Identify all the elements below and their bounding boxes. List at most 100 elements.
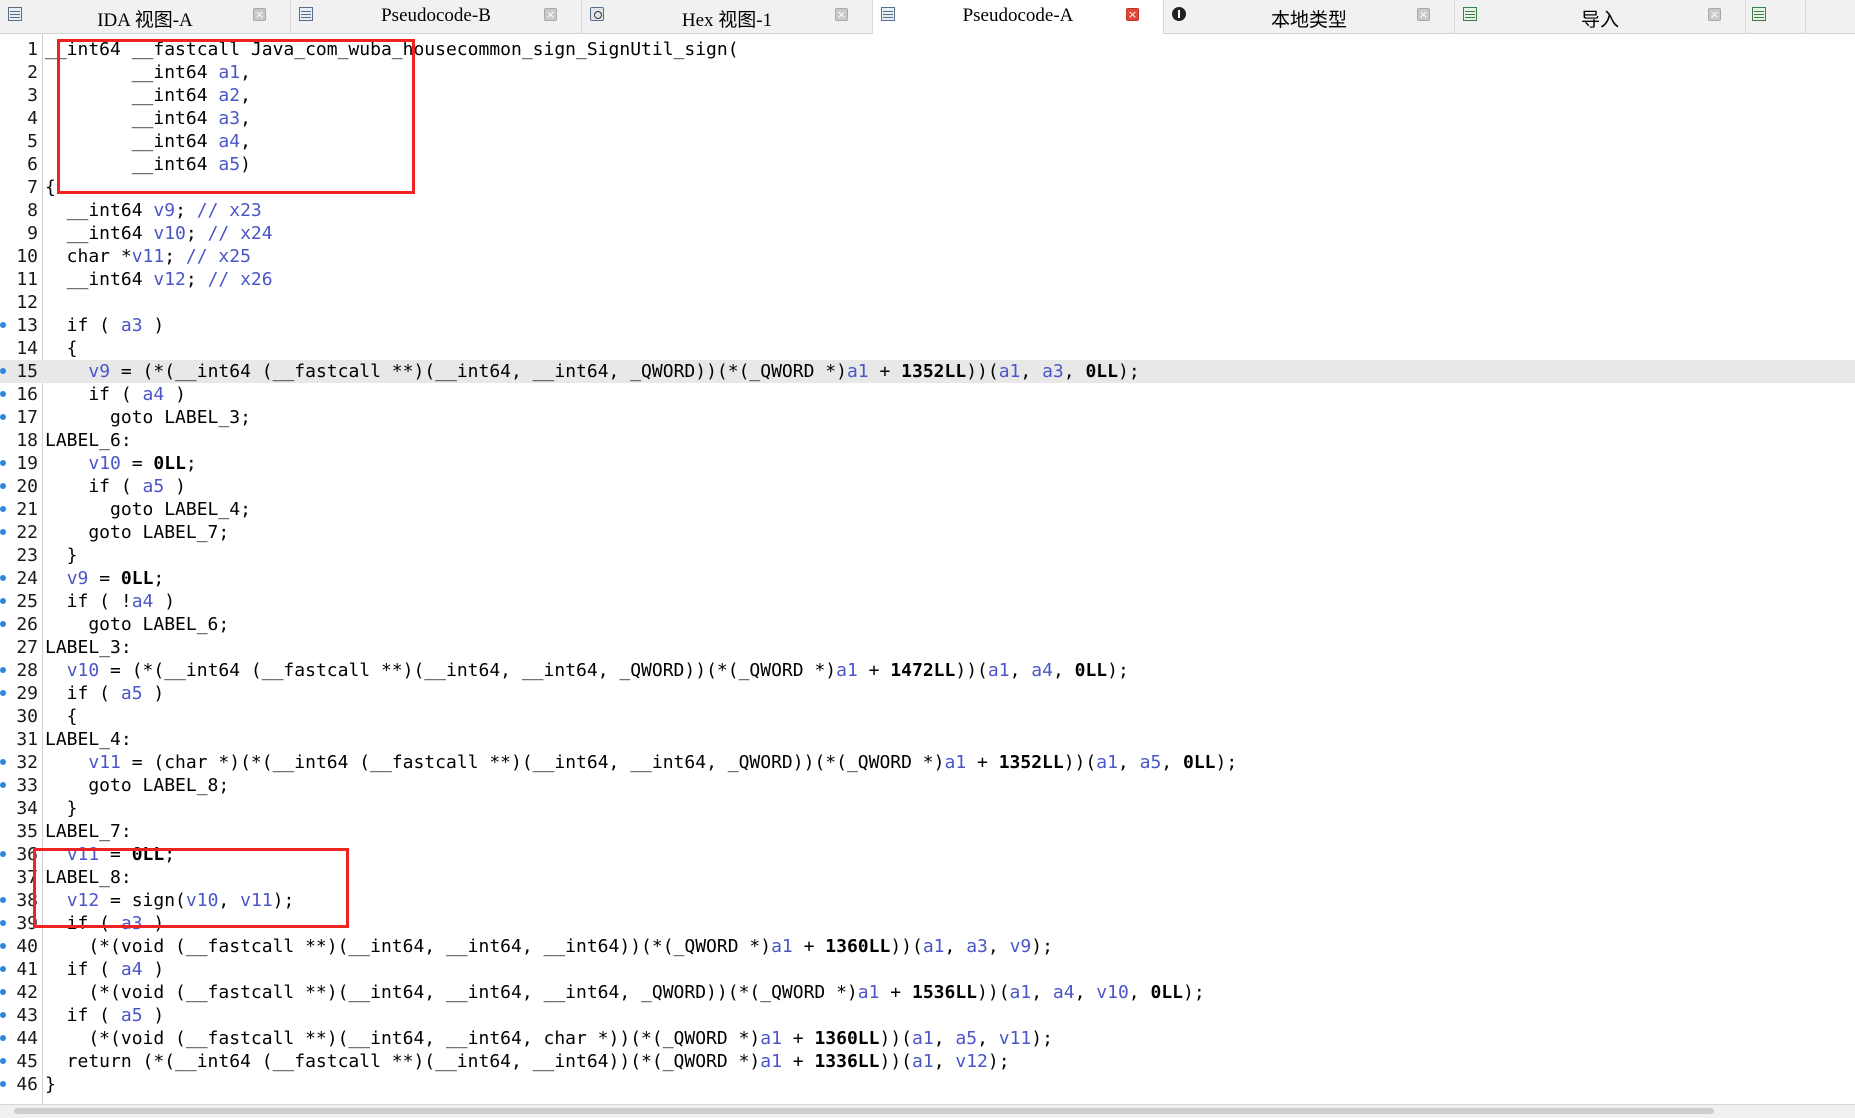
line-number: 2	[27, 62, 38, 83]
code-line[interactable]: 29 if ( a5 )	[0, 682, 1855, 705]
code-line[interactable]: 10 char *v11; // x25	[0, 245, 1855, 268]
tab-3[interactable]: Pseudocode-A ×	[873, 0, 1164, 34]
code-line[interactable]: 35 LABEL_7:	[0, 820, 1855, 843]
tab-label: Hex 视图-1	[681, 10, 773, 31]
code-line[interactable]: 23 }	[0, 544, 1855, 567]
tab-label: 本地类型	[1270, 10, 1347, 31]
line-number: 18	[16, 430, 38, 451]
code-text: (*(void (__fastcall **)(__int64, __int64…	[45, 1028, 1053, 1049]
code-line[interactable]: 44 (*(void (__fastcall **)(__int64, __in…	[0, 1027, 1855, 1050]
code-line[interactable]: 6 __int64 a5)	[0, 153, 1855, 176]
code-line[interactable]: 19 v10 = 0LL;	[0, 452, 1855, 475]
code-line[interactable]: 22 goto LABEL_7;	[0, 521, 1855, 544]
horizontal-scrollbar[interactable]	[0, 1104, 1855, 1118]
line-number: 13	[16, 315, 38, 336]
tab-overflow[interactable]	[1746, 0, 1806, 33]
code-text: goto LABEL_4;	[45, 499, 251, 520]
code-line[interactable]: 18 LABEL_6:	[0, 429, 1855, 452]
close-icon[interactable]: ×	[1126, 8, 1139, 21]
close-icon[interactable]: ×	[253, 8, 266, 21]
line-number: 14	[16, 338, 38, 359]
tab-4[interactable]: 本地类型 ×	[1164, 0, 1455, 33]
code-line[interactable]: 37 LABEL_8:	[0, 866, 1855, 889]
code-text: v10 = 0LL;	[88, 453, 197, 474]
code-line[interactable]: 31 LABEL_4:	[0, 728, 1855, 751]
code-line[interactable]: 42 (*(void (__fastcall **)(__int64, __in…	[0, 981, 1855, 1004]
code-line[interactable]: 38 v12 = sign(v10, v11);	[0, 889, 1855, 912]
code-text: }	[45, 545, 78, 566]
code-line[interactable]: 20 if ( a5 )	[0, 475, 1855, 498]
tab-5[interactable]: 导入 ×	[1455, 0, 1746, 33]
code-text: LABEL_6:	[45, 430, 132, 451]
code-line[interactable]: 7{	[0, 176, 1855, 199]
code-line[interactable]: 36 v11 = 0LL;	[0, 843, 1855, 866]
code-line[interactable]: 4 __int64 a3,	[0, 107, 1855, 130]
close-icon[interactable]: ×	[544, 8, 557, 21]
code-text: __int64 v9; // x23	[45, 200, 262, 221]
code-line[interactable]: 5 __int64 a4,	[0, 130, 1855, 153]
tab-1[interactable]: Pseudocode-B ×	[291, 0, 582, 33]
tab-label: 导入	[1580, 10, 1619, 31]
code-line[interactable]: 14 {	[0, 337, 1855, 360]
code-line[interactable]: 2 __int64 a1,	[0, 61, 1855, 84]
code-text: __int64 __fastcall Java_com_wuba_houseco…	[45, 39, 739, 60]
code-line[interactable]: 11 __int64 v12; // x26	[0, 268, 1855, 291]
code-line[interactable]: 39 if ( a3 )	[0, 912, 1855, 935]
line-number: 26	[16, 614, 38, 635]
code-line[interactable]: 16 if ( a4 )	[0, 383, 1855, 406]
code-line[interactable]: 46}	[0, 1073, 1855, 1096]
code-line[interactable]: 28 v10 = (*(__int64 (__fastcall **)(__in…	[0, 659, 1855, 682]
line-number: 12	[16, 292, 38, 313]
code-line[interactable]: 1 __int64 __fastcall Java_com_wuba_housec…	[0, 38, 1855, 61]
code-text: LABEL_8:	[45, 867, 132, 888]
code-text: (*(void (__fastcall **)(__int64, __int64…	[45, 936, 1053, 957]
code-text: }	[45, 1074, 56, 1095]
code-line[interactable]: 25 if ( !a4 )	[0, 590, 1855, 613]
code-line[interactable]: 21 goto LABEL_4;	[0, 498, 1855, 521]
code-line[interactable]: 34 }	[0, 797, 1855, 820]
line-number: 24	[16, 568, 38, 589]
line-number: 42	[16, 982, 38, 1003]
line-number: 34	[16, 798, 38, 819]
line-number: 37	[16, 867, 38, 888]
code-line[interactable]: 12	[0, 291, 1855, 314]
close-icon[interactable]: ×	[1417, 8, 1430, 21]
close-icon[interactable]: ×	[835, 8, 848, 21]
line-number: 7	[27, 177, 38, 198]
code-text: if ( a3 )	[45, 315, 165, 336]
code-text: if ( a5 )	[45, 683, 165, 704]
code-text: goto LABEL_8;	[45, 775, 230, 796]
code-line[interactable]: 33 goto LABEL_8;	[0, 774, 1855, 797]
tab-2[interactable]: Hex 视图-1 ×	[582, 0, 873, 33]
code-text: char *v11; // x25	[45, 246, 251, 267]
line-number: 10	[16, 246, 38, 267]
code-text: (*(void (__fastcall **)(__int64, __int64…	[45, 982, 1205, 1003]
code-line[interactable]: 27 LABEL_3:	[0, 636, 1855, 659]
code-line[interactable]: 40 (*(void (__fastcall **)(__int64, __in…	[0, 935, 1855, 958]
exports-icon	[1752, 7, 1766, 21]
code-line[interactable]: 41 if ( a4 )	[0, 958, 1855, 981]
code-line[interactable]: 8 __int64 v9; // x23	[0, 199, 1855, 222]
close-icon[interactable]: ×	[1708, 8, 1721, 21]
code-line[interactable]: 9 __int64 v10; // x24	[0, 222, 1855, 245]
line-number: 8	[27, 200, 38, 221]
scrollbar-thumb[interactable]	[14, 1108, 1714, 1114]
tab-0[interactable]: IDA 视图-A ×	[0, 0, 291, 33]
code-line[interactable]: 3 __int64 a2,	[0, 84, 1855, 107]
code-line[interactable]: 15 v9 = (*(__int64 (__fastcall **)(__int…	[0, 360, 1855, 383]
line-number: 28	[16, 660, 38, 681]
line-number: 38	[16, 890, 38, 911]
code-line[interactable]: 45 return (*(__int64 (__fastcall **)(__i…	[0, 1050, 1855, 1073]
line-number: 40	[16, 936, 38, 957]
code-line[interactable]: 26 goto LABEL_6;	[0, 613, 1855, 636]
code-text: goto LABEL_7;	[45, 522, 230, 543]
pseudocode-editor[interactable]: 1 __int64 __fastcall Java_com_wuba_housec…	[0, 34, 1855, 1104]
code-line[interactable]: 17 goto LABEL_3;	[0, 406, 1855, 429]
code-line[interactable]: 30 {	[0, 705, 1855, 728]
code-line[interactable]: 13 if ( a3 )	[0, 314, 1855, 337]
code-line[interactable]: 43 if ( a5 )	[0, 1004, 1855, 1027]
line-number: 6	[27, 154, 38, 175]
code-line[interactable]: 24 v9 = 0LL;	[0, 567, 1855, 590]
code-text: {	[45, 177, 56, 198]
code-line[interactable]: 32 v11 = (char *)(*(__int64 (__fastcall …	[0, 751, 1855, 774]
